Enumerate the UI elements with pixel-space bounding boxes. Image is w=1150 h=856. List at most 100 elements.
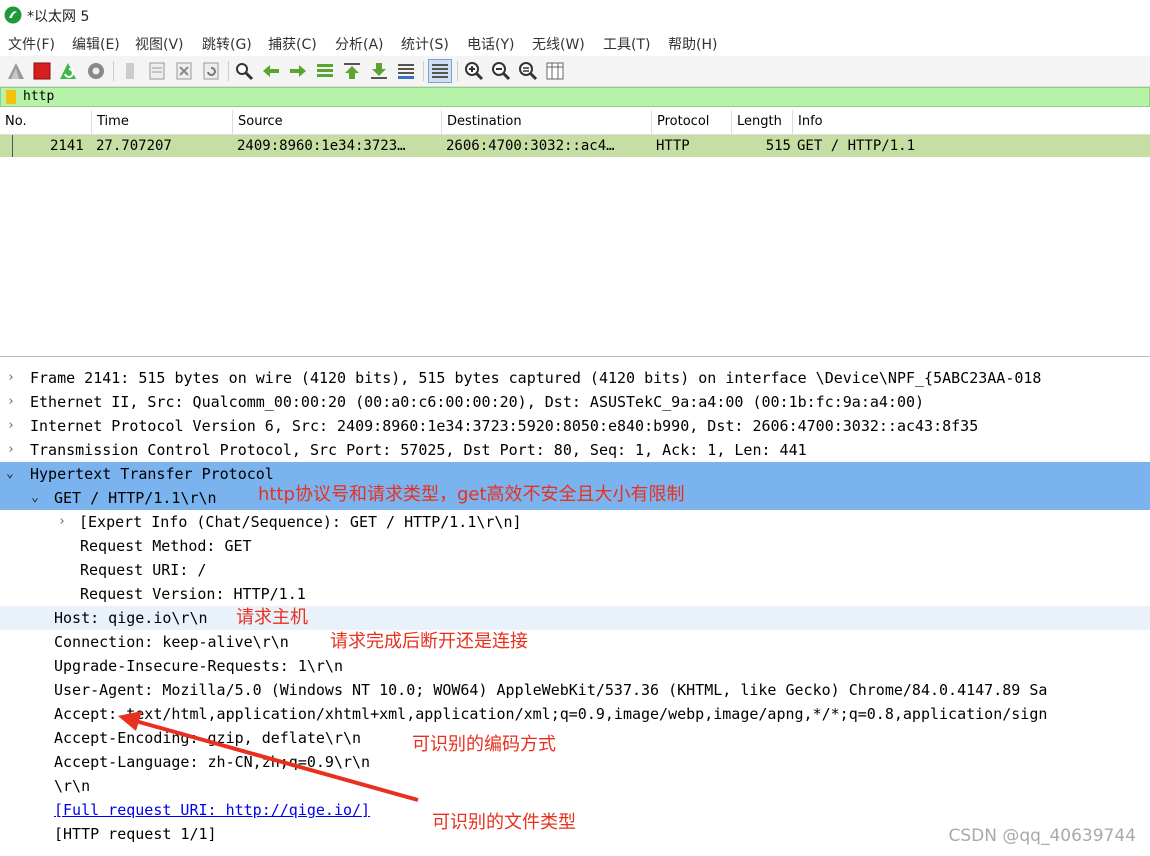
packet-list: No. Time Source Destination Protocol Len… xyxy=(0,110,1150,357)
cell-destination: 2606:4700:3032::ac4… xyxy=(446,138,615,154)
main-toolbar xyxy=(0,56,1150,87)
tree-item-user-agent[interactable]: User-Agent: Mozilla/5.0 (Windows NT 10.0… xyxy=(0,678,1150,702)
column-header-no[interactable]: No. xyxy=(0,110,92,134)
tree-item-tcp[interactable]: › Transmission Control Protocol, Src Por… xyxy=(0,438,1150,462)
display-filter-input[interactable] xyxy=(23,88,1123,106)
chevron-right-icon[interactable]: › xyxy=(7,390,15,414)
cell-source: 2409:8960:1e34:3723… xyxy=(237,138,406,154)
display-filter-bar xyxy=(0,87,1150,107)
column-header-length[interactable]: Length xyxy=(732,110,793,134)
tree-item-request-uri[interactable]: Request URI: / xyxy=(0,558,1150,582)
chevron-down-icon[interactable]: ⌄ xyxy=(31,486,39,510)
menu-tools[interactable]: 工具(T) xyxy=(603,34,650,54)
column-header-info[interactable]: Info xyxy=(793,110,1150,134)
resize-columns-icon[interactable] xyxy=(544,60,566,82)
go-to-packet-icon[interactable] xyxy=(314,60,336,82)
save-file-icon[interactable] xyxy=(146,60,168,82)
auto-scroll-icon[interactable] xyxy=(395,60,417,82)
full-request-uri-link[interactable]: [Full request URI: http://qige.io/] xyxy=(54,798,370,822)
window-title: *以太网 5 xyxy=(27,9,90,25)
conversation-bracket xyxy=(12,135,13,157)
chevron-right-icon[interactable]: › xyxy=(58,510,66,534)
chevron-right-icon[interactable]: › xyxy=(7,414,15,438)
menu-view[interactable]: 视图(V) xyxy=(135,34,184,54)
cell-no: 2141 xyxy=(50,138,84,154)
go-last-icon[interactable] xyxy=(368,60,390,82)
tree-item-accept-language[interactable]: Accept-Language: zh-CN,zh;q=0.9\r\n xyxy=(0,750,1150,774)
tree-item-request-method[interactable]: Request Method: GET xyxy=(0,534,1150,558)
annotation-connection: 请求完成后断开还是连接 xyxy=(330,631,528,652)
chevron-right-icon[interactable]: › xyxy=(7,438,15,462)
go-first-icon[interactable] xyxy=(341,60,363,82)
menu-analyze[interactable]: 分析(A) xyxy=(335,34,384,54)
tree-item-host[interactable]: Host: qige.io\r\n xyxy=(0,606,1150,630)
tree-item-label: Frame 2141: 515 bytes on wire (4120 bits… xyxy=(30,369,1042,387)
tree-item-label: Internet Protocol Version 6, Src: 2409:8… xyxy=(30,417,979,435)
toolbar-separator xyxy=(423,61,424,81)
capture-options-icon[interactable] xyxy=(85,60,107,82)
menu-statistics[interactable]: 统计(S) xyxy=(401,34,449,54)
tree-item-frame[interactable]: › Frame 2141: 515 bytes on wire (4120 bi… xyxy=(0,366,1150,390)
tree-item-label: Hypertext Transfer Protocol xyxy=(30,465,274,483)
tree-item-label: Request URI: / xyxy=(80,561,207,579)
close-file-icon[interactable] xyxy=(173,60,195,82)
stop-capture-icon[interactable] xyxy=(31,60,53,82)
tree-item-accept-encoding[interactable]: Accept-Encoding: gzip, deflate\r\n xyxy=(0,726,1150,750)
go-forward-icon[interactable] xyxy=(287,60,309,82)
tree-item-label: Host: qige.io\r\n xyxy=(54,609,208,627)
tree-item-label: Upgrade-Insecure-Requests: 1\r\n xyxy=(54,657,343,675)
menu-file[interactable]: 文件(F) xyxy=(8,34,55,54)
zoom-out-icon[interactable] xyxy=(490,60,512,82)
tree-item-expert-info[interactable]: › [Expert Info (Chat/Sequence): GET / HT… xyxy=(0,510,1150,534)
filter-bookmark-icon[interactable] xyxy=(6,90,16,104)
toolbar-separator xyxy=(228,61,229,81)
chevron-down-icon[interactable]: ⌄ xyxy=(6,462,14,486)
column-header-time[interactable]: Time xyxy=(92,110,233,134)
tree-item-accept[interactable]: Accept: text/html,application/xhtml+xml,… xyxy=(0,702,1150,726)
find-packet-icon[interactable] xyxy=(233,60,255,82)
tree-item-ipv6[interactable]: › Internet Protocol Version 6, Src: 2409… xyxy=(0,414,1150,438)
cell-info: GET / HTTP/1.1 xyxy=(797,138,916,154)
zoom-in-icon[interactable] xyxy=(463,60,485,82)
go-back-icon[interactable] xyxy=(260,60,282,82)
menu-wireless[interactable]: 无线(W) xyxy=(532,34,585,54)
cell-time: 27.707207 xyxy=(96,138,172,154)
menu-capture[interactable]: 捕获(C) xyxy=(268,34,317,54)
restart-capture-icon[interactable] xyxy=(57,60,79,82)
menu-bar: 文件(F) 编辑(E) 视图(V) 跳转(G) 捕获(C) 分析(A) 统计(S… xyxy=(0,30,1150,56)
column-header-protocol[interactable]: Protocol xyxy=(652,110,732,134)
tree-item-label: Accept-Encoding: gzip, deflate\r\n xyxy=(54,729,362,747)
watermark: CSDN @qq_40639744 xyxy=(948,826,1136,846)
menu-help[interactable]: 帮助(H) xyxy=(668,34,717,54)
tree-item-label: Request Method: GET xyxy=(80,537,252,555)
chevron-right-icon[interactable]: › xyxy=(7,366,15,390)
reload-file-icon[interactable] xyxy=(200,60,222,82)
colorize-icon[interactable] xyxy=(428,59,452,83)
tree-item-label: Transmission Control Protocol, Src Port:… xyxy=(30,441,807,459)
shark-fin-start-icon[interactable] xyxy=(5,60,27,82)
menu-go[interactable]: 跳转(G) xyxy=(202,34,252,54)
tree-item-upgrade[interactable]: Upgrade-Insecure-Requests: 1\r\n xyxy=(0,654,1150,678)
annotation-request-line: http协议号和请求类型，get高效不安全且大小有限制 xyxy=(258,484,685,505)
packet-row[interactable]: 2141 27.707207 2409:8960:1e34:3723… 2606… xyxy=(0,135,1150,157)
cell-length: 515 xyxy=(765,138,791,154)
tree-item-label: Ethernet II, Src: Qualcomm_00:00:20 (00:… xyxy=(30,393,925,411)
normal-size-icon[interactable] xyxy=(517,60,539,82)
menu-telephony[interactable]: 电话(Y) xyxy=(467,34,514,54)
toolbar-separator xyxy=(457,61,458,81)
open-file-icon[interactable] xyxy=(119,60,141,82)
toolbar-separator xyxy=(113,61,114,81)
tree-item-connection[interactable]: Connection: keep-alive\r\n xyxy=(0,630,1150,654)
tree-item-label: Accept-Language: zh-CN,zh;q=0.9\r\n xyxy=(54,753,371,771)
annotation-encoding: 可识别的编码方式 xyxy=(412,734,556,755)
column-header-destination[interactable]: Destination xyxy=(442,110,652,134)
tree-item-label: User-Agent: Mozilla/5.0 (Windows NT 10.0… xyxy=(54,681,1048,699)
column-header-source[interactable]: Source xyxy=(233,110,442,134)
tree-item-request-version[interactable]: Request Version: HTTP/1.1 xyxy=(0,582,1150,606)
tree-item-crlf[interactable]: \r\n xyxy=(0,774,1150,798)
tree-item-label: GET / HTTP/1.1\r\n xyxy=(54,489,217,507)
tree-item-ethernet[interactable]: › Ethernet II, Src: Qualcomm_00:00:20 (0… xyxy=(0,390,1150,414)
tree-item-label: Connection: keep-alive\r\n xyxy=(54,633,289,651)
menu-edit[interactable]: 编辑(E) xyxy=(72,34,120,54)
tree-item-label: [Expert Info (Chat/Sequence): GET / HTTP… xyxy=(79,513,522,531)
